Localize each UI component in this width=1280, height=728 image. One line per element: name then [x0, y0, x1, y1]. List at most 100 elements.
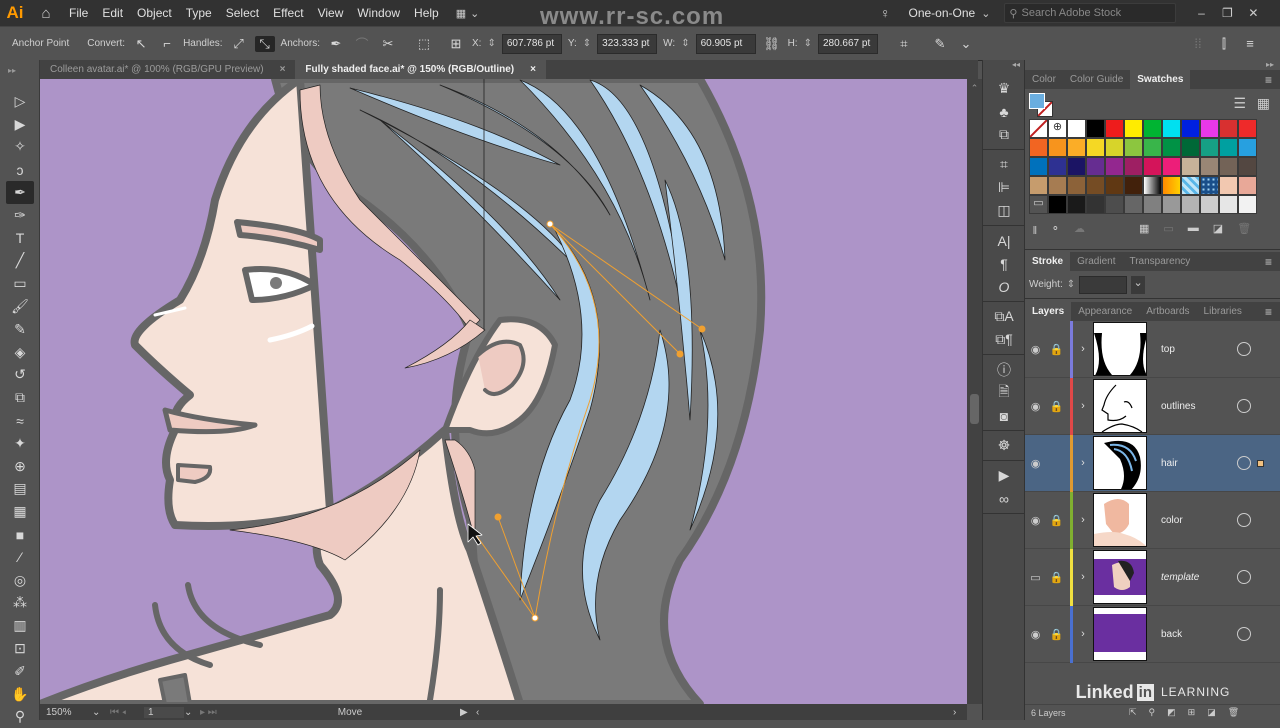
- swatch[interactable]: [1143, 138, 1162, 157]
- swatch[interactable]: [1238, 157, 1257, 176]
- y-field[interactable]: 323.333 pt: [597, 33, 658, 54]
- tab-fully-shaded-face[interactable]: Fully shaded face.ai* @ 150% (RGB/Outlin…: [295, 60, 546, 79]
- selection-indicator[interactable]: [1257, 459, 1264, 467]
- selection-tool-icon[interactable]: ▷: [0, 90, 40, 113]
- y-stepper[interactable]: ⇕: [583, 38, 591, 49]
- menu-file[interactable]: File: [62, 6, 95, 20]
- opentype-icon[interactable]: O: [983, 275, 1025, 298]
- menu-select[interactable]: Select: [219, 6, 266, 20]
- tab-artboards[interactable]: Artboards: [1139, 302, 1196, 321]
- first-artboard-icon[interactable]: ⏮ ◂: [110, 707, 144, 718]
- x-stepper[interactable]: ⇕: [487, 38, 495, 49]
- lasso-tool-icon[interactable]: ↄ: [0, 158, 40, 181]
- swatch[interactable]: [1048, 195, 1067, 214]
- warp-tool-icon[interactable]: ≈: [0, 409, 40, 432]
- close-tab-icon[interactable]: ×: [530, 64, 536, 75]
- swatch[interactable]: [1219, 157, 1238, 176]
- magic-wand-tool-icon[interactable]: ✧: [0, 136, 40, 159]
- swatch[interactable]: [1238, 138, 1257, 157]
- constrain-proportions-icon[interactable]: ⛓: [762, 36, 782, 52]
- panel-menu-icon[interactable]: ≡: [1265, 305, 1280, 319]
- shape-builder-tool-icon[interactable]: ⊕: [0, 455, 40, 478]
- eyedropper-tool-icon[interactable]: ⁄: [0, 546, 40, 569]
- h-stepper[interactable]: ⇕: [804, 38, 812, 49]
- swatch-group-folder[interactable]: ▭: [1029, 195, 1048, 214]
- recolor-icon[interactable]: ✎: [930, 36, 950, 52]
- layer-name[interactable]: color: [1161, 515, 1237, 526]
- tab-gradient[interactable]: Gradient: [1070, 252, 1122, 271]
- scale-tool-icon[interactable]: ⧉: [0, 386, 40, 409]
- layer-row[interactable]: ◉ › hair: [1025, 434, 1280, 492]
- close-button[interactable]: ✕: [1240, 6, 1266, 20]
- swatch[interactable]: [1200, 119, 1219, 138]
- hide-handles-icon[interactable]: ⤡: [254, 35, 275, 52]
- swatch[interactable]: [1067, 119, 1086, 138]
- delete-swatch-icon[interactable]: 🗑: [1237, 222, 1251, 241]
- clipping-mask-icon[interactable]: ◩: [1167, 707, 1176, 718]
- swatch[interactable]: [1124, 138, 1143, 157]
- menu-object[interactable]: Object: [130, 6, 179, 20]
- swatch[interactable]: [1105, 119, 1124, 138]
- swatch[interactable]: [1162, 119, 1181, 138]
- artboard-canvas[interactable]: [40, 79, 967, 704]
- graph-tool-icon[interactable]: ▥: [0, 614, 40, 637]
- align-icon[interactable]: ⁞⁞: [1188, 36, 1208, 51]
- artboard-dropdown-icon[interactable]: ⌄: [184, 707, 200, 718]
- target-icon[interactable]: [1237, 399, 1251, 413]
- fill-swatch[interactable]: [1029, 93, 1045, 109]
- vertical-scrollbar[interactable]: ⌃: [967, 79, 982, 704]
- swatch[interactable]: [1181, 195, 1200, 214]
- control-menu-icon[interactable]: ≡: [1240, 36, 1260, 51]
- expand-layer-icon[interactable]: ›: [1073, 514, 1093, 526]
- swatch[interactable]: [1067, 176, 1086, 195]
- swatch[interactable]: [1200, 195, 1219, 214]
- swatch[interactable]: [1086, 195, 1105, 214]
- menu-help[interactable]: Help: [407, 6, 446, 20]
- swatch[interactable]: [1143, 176, 1162, 195]
- swatch[interactable]: [1124, 195, 1143, 214]
- transform-panel-icon[interactable]: ⧉: [983, 123, 1025, 146]
- layer-row[interactable]: ◉ 🔒 › top: [1025, 320, 1280, 378]
- swatch-none[interactable]: [1029, 119, 1048, 138]
- tab-swatches[interactable]: Swatches: [1130, 70, 1191, 89]
- pathfinder-icon[interactable]: ◫: [983, 199, 1025, 222]
- links-icon[interactable]: ◙: [983, 404, 1025, 427]
- target-icon[interactable]: [1237, 513, 1251, 527]
- swatch[interactable]: [1143, 119, 1162, 138]
- chevron-down-icon[interactable]: ⌄: [956, 36, 976, 52]
- status-menu-icon[interactable]: ▶: [460, 707, 476, 718]
- blend-tool-icon[interactable]: ◎: [0, 569, 40, 592]
- tab-colleen-avatar[interactable]: Colleen avatar.ai* @ 100% (RGB/GPU Previ…: [40, 60, 295, 79]
- swatch[interactable]: [1105, 195, 1124, 214]
- eye-icon[interactable]: ◉: [1025, 343, 1046, 356]
- swatch[interactable]: [1238, 119, 1257, 138]
- weight-field[interactable]: [1079, 275, 1128, 294]
- eye-icon[interactable]: ◉: [1025, 457, 1046, 470]
- layer-name[interactable]: hair: [1161, 458, 1237, 469]
- weight-dropdown-icon[interactable]: ⌄: [1131, 275, 1146, 294]
- scroll-thumb[interactable]: [970, 394, 979, 424]
- hand-tool-icon[interactable]: ✋: [0, 683, 40, 706]
- puppet-warp-tool-icon[interactable]: ✦: [0, 432, 40, 455]
- tab-transparency[interactable]: Transparency: [1122, 252, 1197, 271]
- menu-type[interactable]: Type: [179, 6, 219, 20]
- lightbulb-icon[interactable]: ♀: [880, 5, 891, 21]
- isolate-selection-icon[interactable]: ⬚: [414, 36, 434, 52]
- navigator-icon[interactable]: ☸: [983, 434, 1025, 457]
- panel-menu-icon[interactable]: ≡: [1265, 73, 1280, 87]
- line-tool-icon[interactable]: ╱: [0, 250, 40, 273]
- scroll-left-icon[interactable]: ‹: [476, 707, 492, 718]
- layer-name[interactable]: outlines: [1161, 401, 1237, 412]
- tab-libraries[interactable]: Libraries: [1197, 302, 1249, 321]
- last-artboard-icon[interactable]: ▸ ⏭: [200, 707, 240, 718]
- swatch[interactable]: [1105, 138, 1124, 157]
- slice-tool-icon[interactable]: ✐: [0, 660, 40, 683]
- eye-icon[interactable]: ◉: [1025, 628, 1046, 641]
- eraser-tool-icon[interactable]: ◈: [0, 341, 40, 364]
- lock-icon[interactable]: 🔒: [1046, 571, 1067, 584]
- workspace-switcher[interactable]: One-on-One: [909, 6, 976, 20]
- swatch[interactable]: [1029, 157, 1048, 176]
- home-icon[interactable]: ⌂: [30, 5, 62, 22]
- artboard-tool-icon[interactable]: ⊡: [0, 637, 40, 660]
- delete-layer-icon[interactable]: 🗑: [1228, 707, 1239, 718]
